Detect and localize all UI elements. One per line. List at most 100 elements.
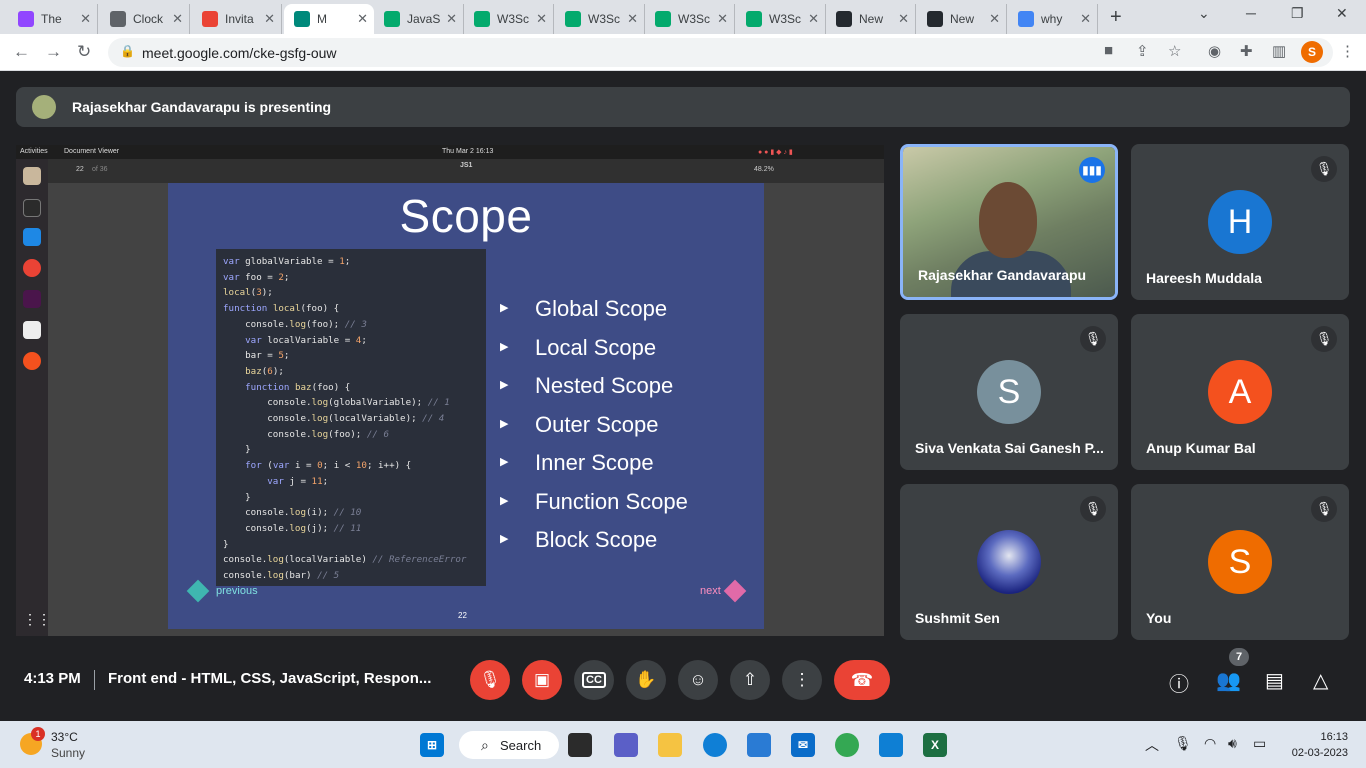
chrome-icon[interactable] [835, 733, 859, 757]
browser-tab[interactable]: The ✕ [8, 4, 98, 34]
reload-icon[interactable]: ↻ [77, 42, 91, 62]
weather-condition[interactable]: Sunny [51, 746, 85, 760]
app-grid-icon: ⋮⋮ [23, 611, 51, 627]
participant-tile-siva[interactable]: 🎙︎ S Siva Venkata Sai Ganesh P... [900, 314, 1118, 470]
close-tab-icon[interactable]: ✕ [1080, 11, 1091, 27]
meeting-info-icon[interactable]: ⓘ [1169, 668, 1189, 697]
task-view-icon[interactable] [568, 733, 592, 757]
browser-tab[interactable]: JavaS ✕ [374, 4, 464, 34]
participant-tile-hareesh[interactable]: 🎙︎ H Hareesh Muddala [1131, 144, 1349, 300]
chrome-icon [23, 259, 41, 277]
microsoft-store-icon[interactable] [747, 733, 771, 757]
mic-toggle-button[interactable]: 🎙︎ [470, 660, 510, 700]
wifi-icon[interactable]: ◠ [1204, 735, 1216, 752]
windows-start-icon[interactable]: ⊞ [420, 733, 444, 757]
meeting-time: 4:13 PM [24, 670, 81, 687]
tab-title: W3Sc [588, 12, 621, 26]
share-icon[interactable]: ⇪ [1136, 42, 1149, 60]
emoji-reactions-button[interactable]: ☺ [678, 660, 718, 700]
profile-avatar[interactable]: S [1301, 41, 1323, 63]
close-tab-icon[interactable]: ✕ [627, 11, 638, 27]
browser-tab[interactable]: W3Sc ✕ [645, 4, 735, 34]
participant-tile-you[interactable]: 🎙︎ S You [1131, 484, 1349, 640]
back-icon[interactable]: ← [13, 42, 30, 62]
taskbar-search[interactable]: ⌕ Search [459, 731, 559, 759]
browser-tab[interactable]: New ✕ [917, 4, 1007, 34]
activities-label: Activities [20, 148, 48, 155]
participant-tile-anup[interactable]: 🎙︎ A Anup Kumar Bal [1131, 314, 1349, 470]
close-window-button[interactable]: ✕ [1336, 5, 1348, 22]
close-tab-icon[interactable]: ✕ [172, 11, 183, 27]
teams-icon[interactable] [614, 733, 638, 757]
battery-icon[interactable]: ▭ [1253, 735, 1266, 752]
browser-tab[interactable]: New ✕ [826, 4, 916, 34]
participant-name: Siva Venkata Sai Ganesh P... [915, 440, 1104, 456]
code-block: var globalVariable = 1; var foo = 2; loc… [216, 249, 486, 586]
camera-icon[interactable]: ■ [1104, 42, 1113, 59]
close-tab-icon[interactable]: ✕ [536, 11, 547, 27]
volume-icon[interactable]: 🔊︎ [1228, 735, 1237, 752]
microphone-icon[interactable]: 🎙︎ [1174, 735, 1192, 752]
close-tab-icon[interactable]: ✕ [808, 11, 819, 27]
w3schools-icon [474, 11, 490, 27]
browser-tab[interactable]: Clock ✕ [100, 4, 190, 34]
activities-icon[interactable]: △ [1313, 668, 1328, 693]
close-tab-icon[interactable]: ✕ [264, 11, 275, 27]
temperature[interactable]: 33°C [51, 730, 78, 744]
close-tab-icon[interactable]: ✕ [446, 11, 457, 27]
vscode-icon[interactable] [879, 733, 903, 757]
close-tab-icon[interactable]: ✕ [357, 11, 368, 27]
video-person-head [979, 182, 1037, 258]
w3schools-icon [384, 11, 400, 27]
participant-tile-rajasekhar[interactable]: ▮▮▮ Rajasekhar Gandavarapu [900, 144, 1118, 300]
avatar: S [1208, 530, 1272, 594]
extensions-puzzle-icon[interactable]: ✚ [1240, 42, 1253, 60]
camera-toggle-button[interactable]: ▣ [522, 660, 562, 700]
excel-icon[interactable]: X [923, 733, 947, 757]
mail-icon[interactable]: ✉ [791, 733, 815, 757]
w3schools-icon [655, 11, 671, 27]
menu-kebab-icon[interactable]: ⋮ [1340, 42, 1355, 60]
browser-tab[interactable]: W3Sc ✕ [464, 4, 554, 34]
leave-call-button[interactable]: ☎ [834, 660, 890, 700]
browser-tab[interactable]: why ✕ [1008, 4, 1098, 34]
browser-tab[interactable]: W3Sc ✕ [555, 4, 645, 34]
close-tab-icon[interactable]: ✕ [80, 11, 91, 27]
weather-badge: 1 [31, 727, 45, 741]
new-tab-button[interactable]: + [1110, 6, 1122, 29]
tab-title: The [41, 12, 62, 26]
close-tab-icon[interactable]: ✕ [717, 11, 728, 27]
chat-icon[interactable]: ▤ [1265, 668, 1284, 693]
clock-icon [110, 11, 126, 27]
captions-button[interactable]: CC [574, 660, 614, 700]
side-panel-icon[interactable]: ▥ [1272, 42, 1286, 60]
tab-search-icon[interactable]: ⌄ [1198, 5, 1210, 22]
present-screen-button[interactable]: ⇧ [730, 660, 770, 700]
minimize-button[interactable]: ─ [1246, 5, 1256, 21]
browser-tab[interactable]: M ✕ [284, 4, 374, 34]
bullet-arrow-icon: ▶ [500, 302, 509, 314]
forward-icon[interactable]: → [45, 42, 62, 62]
vscode-icon [23, 228, 41, 246]
file-explorer-icon[interactable] [658, 733, 682, 757]
divider [94, 670, 95, 690]
browser-tab[interactable]: Invita ✕ [192, 4, 282, 34]
toolbar: ← → ↻ 🔒 meet.google.com/cke-gsfg-ouw ■ ⇪… [0, 34, 1366, 71]
taskbar-clock[interactable]: 16:13 02-03-2023 [1292, 729, 1348, 761]
close-tab-icon[interactable]: ✕ [898, 11, 909, 27]
people-icon[interactable]: 👥 [1216, 668, 1241, 693]
participant-tile-sushmit[interactable]: 🎙︎ Sushmit Sen [900, 484, 1118, 640]
chevron-up-icon[interactable]: ︿ [1145, 735, 1159, 755]
next-label: next [700, 584, 721, 597]
address-bar[interactable]: 🔒 meet.google.com/cke-gsfg-ouw [108, 38, 1333, 67]
bookmark-star-icon[interactable]: ☆ [1168, 42, 1181, 60]
raise-hand-button[interactable]: ✋ [626, 660, 666, 700]
extension-grammarly-icon[interactable]: ◉ [1208, 42, 1221, 60]
more-options-button[interactable]: ⋮ [782, 660, 822, 700]
presenting-text: Rajasekhar Gandavarapu is presenting [72, 99, 332, 115]
more-vert-icon: ⋮ [793, 670, 811, 689]
edge-icon[interactable] [703, 733, 727, 757]
browser-tab[interactable]: W3Sc ✕ [736, 4, 826, 34]
close-tab-icon[interactable]: ✕ [989, 11, 1000, 27]
restore-button[interactable]: ❐ [1291, 5, 1304, 22]
